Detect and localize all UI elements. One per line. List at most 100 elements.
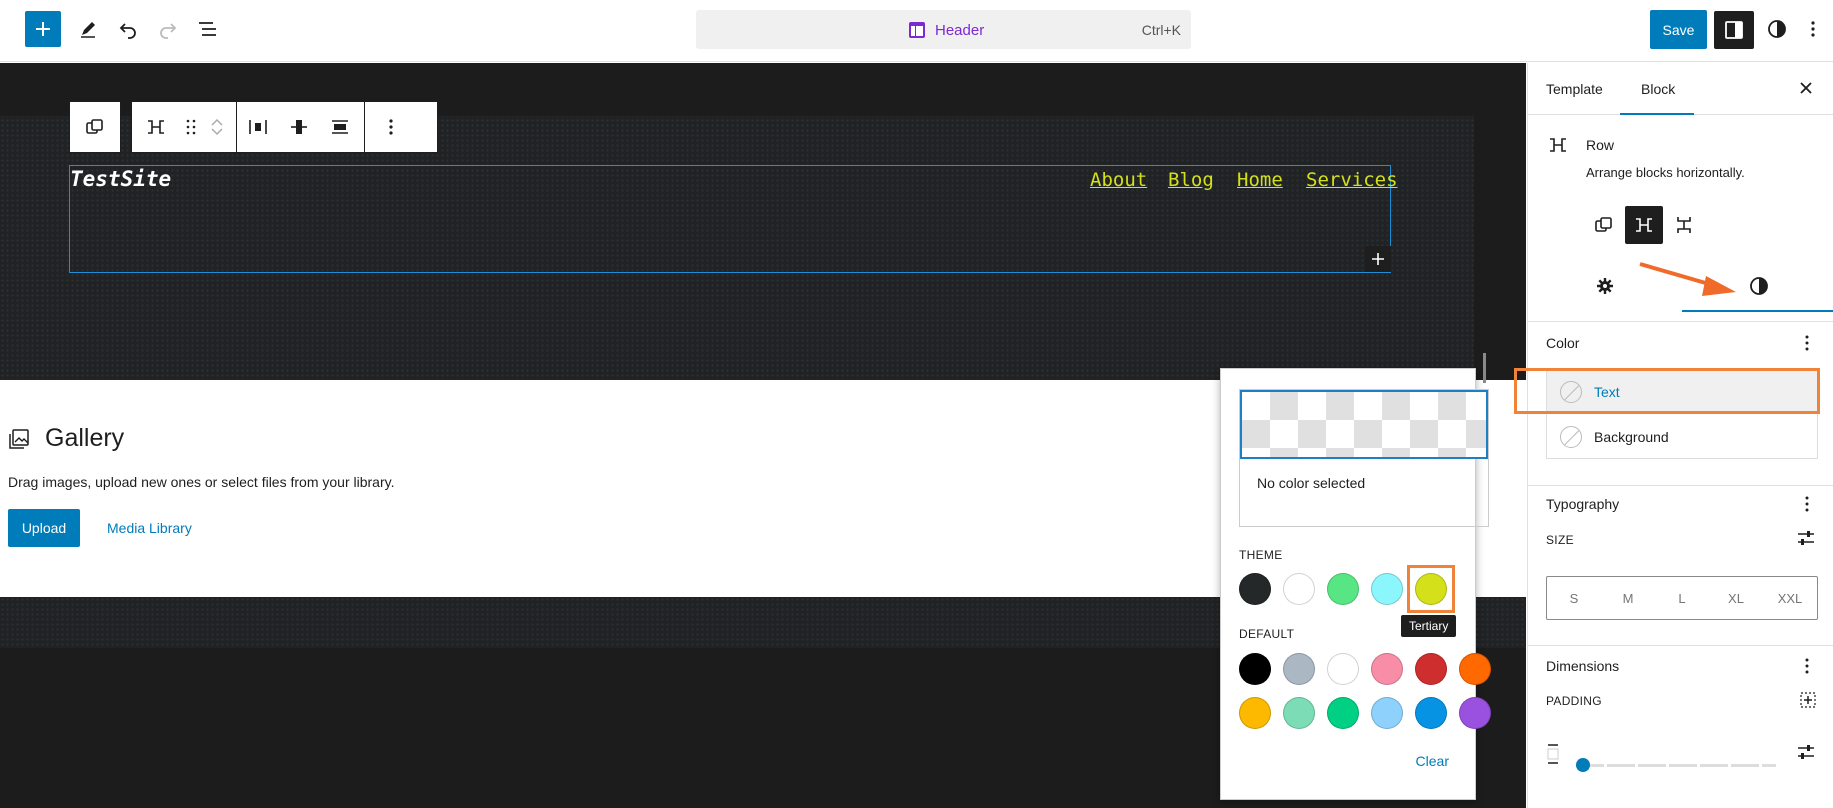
chevron-up-icon[interactable]: [210, 118, 224, 127]
template-part-icon: [909, 22, 925, 38]
swatch-default-vivid-green-cyan[interactable]: [1327, 697, 1359, 729]
close-icon[interactable]: [1798, 80, 1814, 96]
font-size-xl[interactable]: XL: [1709, 591, 1763, 606]
swatch-default-amber[interactable]: [1239, 697, 1271, 729]
swatch-default-vivid-orange[interactable]: [1459, 653, 1491, 685]
styles-button[interactable]: [1759, 11, 1795, 47]
swatch-theme-base[interactable]: [1239, 573, 1271, 605]
swatch-default-vivid-purple[interactable]: [1459, 697, 1491, 729]
save-button[interactable]: Save: [1650, 10, 1707, 49]
site-title[interactable]: TestSite: [70, 167, 171, 191]
section-divider: [1528, 485, 1833, 486]
group-icon: [1595, 217, 1612, 232]
append-block-button[interactable]: [1365, 246, 1391, 272]
link-sides-icon[interactable]: [1798, 690, 1818, 710]
background-color-item[interactable]: Background: [1547, 415, 1817, 459]
drag-dots-icon: [186, 119, 196, 135]
swatch-default-pale-cyan-blue[interactable]: [1371, 697, 1403, 729]
font-size-l[interactable]: L: [1655, 591, 1709, 606]
list-view-icon: [199, 22, 216, 36]
settings-toggle-button[interactable]: [1714, 11, 1754, 49]
media-library-link[interactable]: Media Library: [107, 520, 192, 536]
swatch-default-vivid-cyan-blue[interactable]: [1415, 697, 1447, 729]
block-options-button[interactable]: [365, 102, 417, 152]
variation-row-button[interactable]: [1625, 206, 1663, 244]
row-block-type-button[interactable]: [132, 102, 180, 152]
theme-palette-label: THEME: [1239, 548, 1283, 562]
vertical-ellipsis-icon[interactable]: [1804, 495, 1810, 513]
swatch-default-white[interactable]: [1327, 653, 1359, 685]
sidebar-icon: [1725, 21, 1743, 39]
settings-sidebar: Template Block Row Arrange blocks horizo…: [1527, 63, 1833, 808]
gallery-description: Drag images, upload new ones or select f…: [8, 474, 395, 490]
gallery-title: Gallery: [45, 424, 125, 452]
default-palette-label: DEFAULT: [1239, 627, 1295, 641]
variation-stack-button[interactable]: [1665, 206, 1703, 244]
padding-vertical-icon: [1547, 744, 1559, 764]
vertical-ellipsis-icon: [389, 119, 393, 135]
canvas-scrollbar[interactable]: [1483, 353, 1486, 383]
command-shortcut: Ctrl+K: [1141, 22, 1181, 38]
vertical-ellipsis-icon[interactable]: [1804, 657, 1810, 675]
swatch-default-black[interactable]: [1239, 653, 1271, 685]
swatch-theme-contrast[interactable]: [1283, 573, 1315, 605]
edit-tools-button[interactable]: [70, 11, 106, 47]
color-preview: No color selected: [1239, 389, 1489, 527]
color-panel-title: Color: [1546, 335, 1580, 351]
font-size-label: SIZE: [1546, 533, 1574, 547]
variation-group-button[interactable]: [1585, 206, 1623, 244]
document-overview-button[interactable]: [190, 11, 226, 47]
row-icon: [1636, 218, 1652, 232]
swatch-default-vivid-red[interactable]: [1415, 653, 1447, 685]
nav-link-services[interactable]: Services: [1306, 169, 1398, 191]
settings-sliders-icon[interactable]: [1796, 743, 1816, 761]
swatch-theme-primary[interactable]: [1327, 573, 1359, 605]
stretch-button[interactable]: [319, 102, 360, 152]
vertical-ellipsis-icon[interactable]: [1804, 334, 1810, 352]
nav-link-blog[interactable]: Blog: [1168, 169, 1214, 191]
padding-slider-thumb[interactable]: [1576, 758, 1590, 772]
vertical-align-button[interactable]: [278, 102, 319, 152]
gallery-icon: [9, 429, 29, 449]
redo-icon: [160, 23, 177, 39]
justify-button[interactable]: [237, 102, 278, 152]
swatch-default-pale-pink[interactable]: [1371, 653, 1403, 685]
upload-button[interactable]: Upload: [8, 509, 80, 547]
justify-space-between-icon: [248, 120, 267, 134]
tab-block[interactable]: Block: [1641, 81, 1675, 97]
font-size-xxl[interactable]: XXL: [1763, 591, 1817, 606]
redo-button[interactable]: [150, 11, 186, 47]
select-parent-button[interactable]: [70, 102, 120, 152]
padding-slider-track[interactable]: [1576, 764, 1776, 767]
dimensions-panel-title: Dimensions: [1546, 658, 1620, 674]
clear-color-button[interactable]: Clear: [1416, 753, 1449, 769]
add-block-button[interactable]: [25, 11, 61, 47]
tab-template[interactable]: Template: [1546, 81, 1603, 97]
background-color-label: Background: [1594, 429, 1669, 445]
row-icon: [1550, 138, 1566, 152]
drag-handle[interactable]: [180, 102, 202, 152]
plus-icon: [36, 22, 50, 36]
font-size-s[interactable]: S: [1547, 591, 1601, 606]
swatch-default-light-green-cyan[interactable]: [1283, 697, 1315, 729]
vertical-ellipsis-icon: [1811, 21, 1815, 37]
command-bar-title: Header: [935, 22, 985, 39]
swatch-theme-secondary[interactable]: [1371, 573, 1403, 605]
nav-link-home[interactable]: Home: [1237, 169, 1283, 191]
active-tab-indicator: [1620, 113, 1694, 115]
chevron-down-icon[interactable]: [210, 127, 224, 136]
undo-button[interactable]: [110, 11, 146, 47]
font-size-m[interactable]: M: [1601, 591, 1655, 606]
nav-link-about[interactable]: About: [1090, 169, 1147, 191]
align-center-icon: [290, 120, 307, 134]
options-menu-button[interactable]: [1795, 11, 1831, 47]
transparent-preview[interactable]: [1240, 390, 1488, 459]
group-icon: [86, 119, 103, 134]
swatch-default-cyan-bluish-gray[interactable]: [1283, 653, 1315, 685]
settings-sliders-icon[interactable]: [1796, 529, 1816, 547]
active-inspector-indicator: [1682, 310, 1833, 312]
command-palette-bar[interactable]: Header Ctrl+K: [696, 10, 1191, 49]
undo-icon: [119, 23, 136, 39]
color-picker-popover: No color selected THEME Tertiary DEFAULT…: [1220, 368, 1491, 800]
canvas-right-gap: [1474, 116, 1526, 380]
